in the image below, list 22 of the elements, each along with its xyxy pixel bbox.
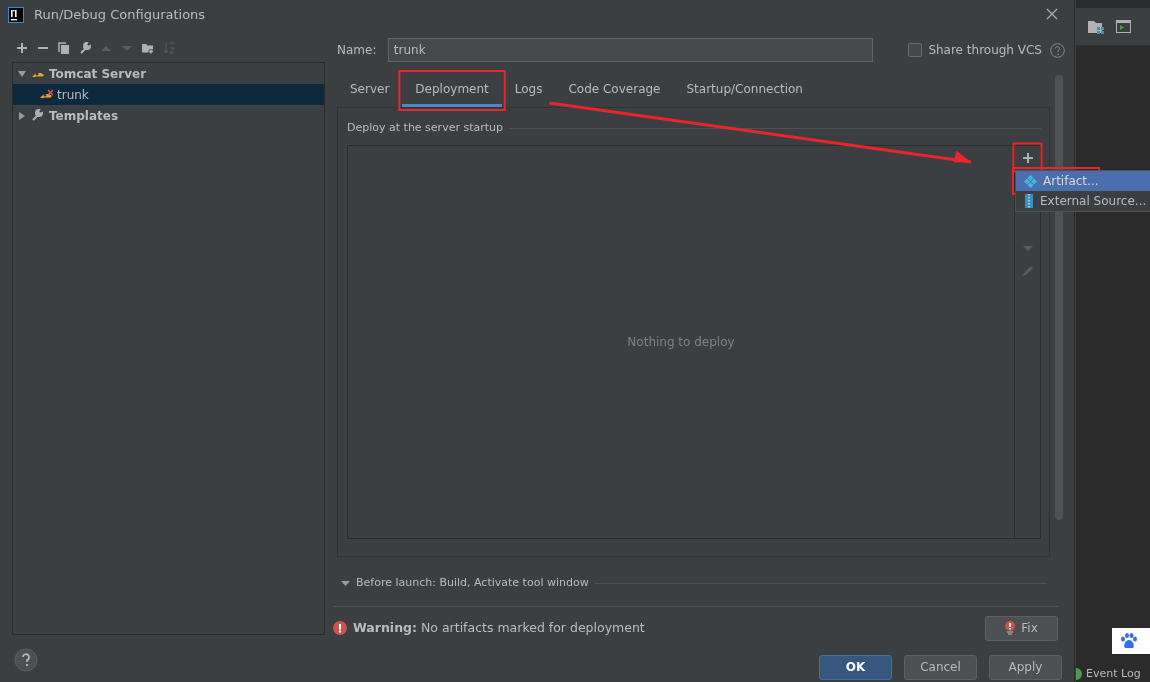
dialog-button[interactable]: Cancel: [904, 654, 977, 680]
menu-item[interactable]: Artifact...: [1016, 171, 1150, 191]
ok-button[interactable]: OK: [819, 654, 892, 680]
name-field[interactable]: trunk: [387, 38, 874, 62]
fix-button[interactable]: Fix: [985, 615, 1058, 641]
event-log-tab[interactable]: Event Log: [1086, 666, 1141, 682]
tree-item[interactable]: Tomcat Server: [13, 63, 324, 84]
tree-item[interactable]: trunk: [13, 84, 324, 105]
field-label: Name:: [337, 42, 378, 59]
empty-text: Nothing to deploy: [627, 333, 735, 351]
warning-text: Warning: No artifacts marked for deployment: [353, 618, 645, 637]
tab[interactable]: Server: [337, 74, 403, 107]
dialog-button[interactable]: Apply: [989, 654, 1062, 680]
section-title: Deploy at the server startup: [347, 120, 503, 136]
tab[interactable]: Code Coverage: [555, 74, 674, 107]
section-title[interactable]: Before launch: Build, Activate tool window: [356, 575, 589, 592]
checkbox-label: Share through VCS: [928, 42, 1042, 59]
menu-item[interactable]: External Source...: [1016, 191, 1150, 211]
tab[interactable]: Logs: [501, 74, 556, 107]
window-title: Run/Debug Configurations: [34, 6, 206, 25]
tab[interactable]: Startup/Connection: [673, 74, 816, 107]
tree-item[interactable]: Templates: [13, 105, 324, 126]
